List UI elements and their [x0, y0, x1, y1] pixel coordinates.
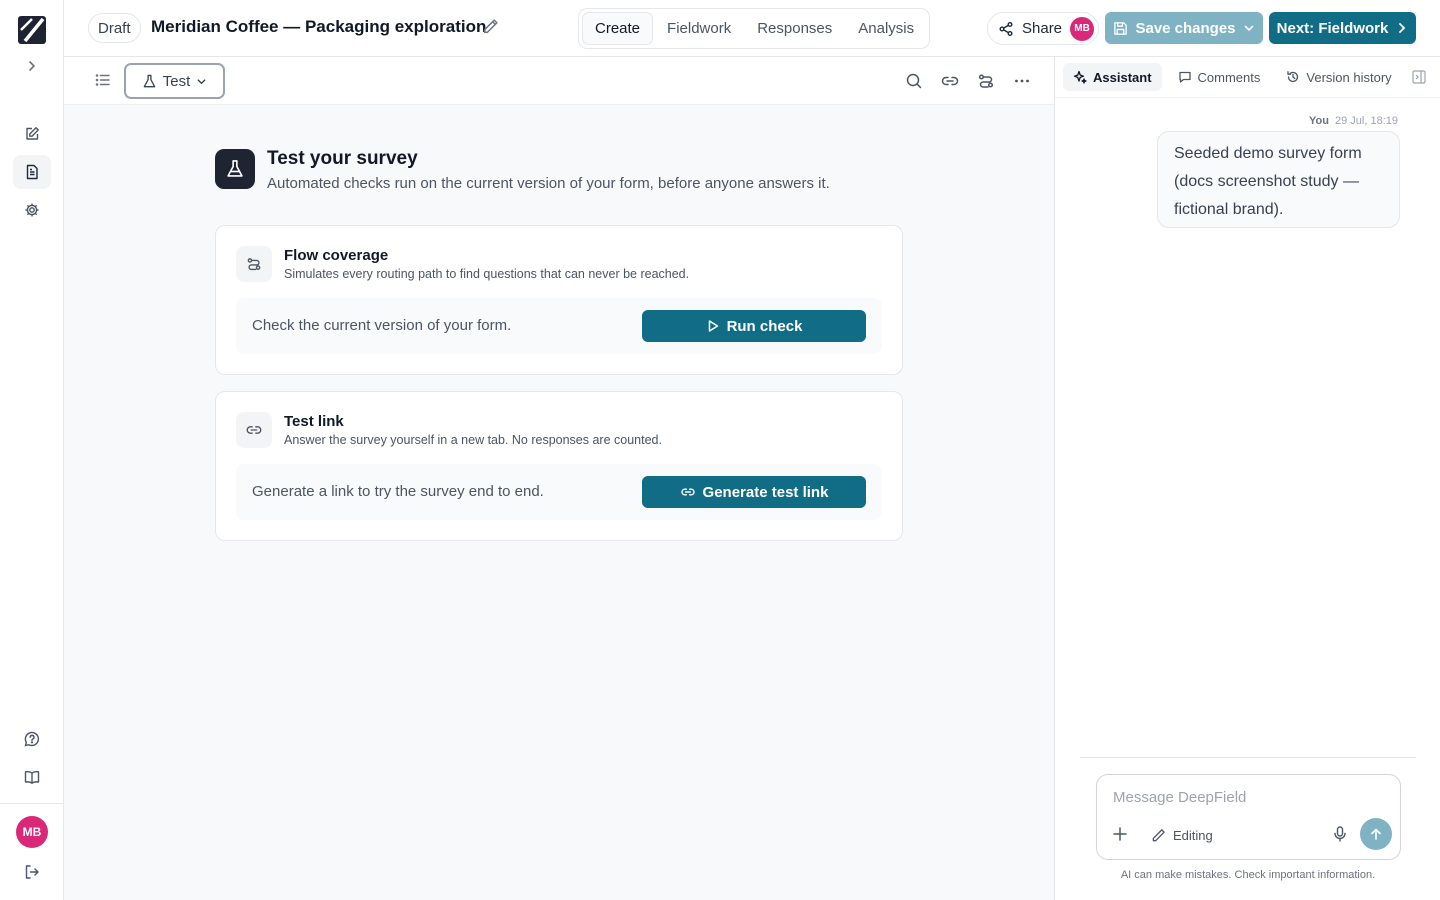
mode-select[interactable]: Test: [124, 63, 225, 99]
edit-title-pencil-icon[interactable]: [482, 18, 499, 35]
assistant-panel: Assistant Comments Version history You 29…: [1054, 57, 1440, 900]
history-icon: [1286, 70, 1300, 84]
message-author: You: [1309, 115, 1329, 127]
run-check-button[interactable]: Run check: [642, 310, 866, 342]
panel-tabs: Assistant Comments Version history: [1063, 63, 1402, 91]
chevron-right-icon: [1396, 22, 1408, 34]
rail-help-icon[interactable]: [13, 722, 51, 756]
flask-icon: [215, 149, 255, 189]
card-prompt: Check the current version of your form.: [252, 317, 512, 334]
rail-docs-book-icon[interactable]: [13, 760, 51, 794]
card-title: Test link: [284, 413, 344, 430]
user-avatar[interactable]: MB: [16, 816, 48, 848]
tab-assistant[interactable]: Assistant: [1063, 63, 1162, 91]
tab-responses[interactable]: Responses: [745, 12, 844, 45]
share-icon: [998, 21, 1014, 37]
tab-analysis[interactable]: Analysis: [846, 12, 926, 45]
generate-test-link-button[interactable]: Generate test link: [642, 476, 866, 508]
more-options-icon[interactable]: [1012, 71, 1032, 91]
chevron-down-icon: [196, 76, 207, 87]
ai-disclaimer: AI can make mistakes. Check important in…: [1120, 869, 1376, 881]
test-link-card: Test link Answer the survey yourself in …: [215, 391, 903, 541]
send-arrow-up-icon[interactable]: [1360, 818, 1392, 850]
card-title: Flow coverage: [284, 247, 389, 264]
composer-divider: [1080, 757, 1416, 758]
save-label: Save changes: [1135, 19, 1236, 37]
status-badge: Draft: [88, 13, 141, 43]
comment-icon: [1178, 70, 1192, 84]
sparkle-icon: [1073, 70, 1087, 84]
outline-list-icon[interactable]: [94, 71, 112, 89]
route-icon: [236, 246, 272, 282]
run-check-label: Run check: [726, 317, 803, 335]
generate-test-link-label: Generate test link: [702, 483, 829, 501]
next-fieldwork-button[interactable]: Next: Fieldwork: [1269, 12, 1416, 44]
rail-settings-gear-icon[interactable]: [13, 193, 51, 227]
page-subtitle: Automated checks run on the current vers…: [267, 175, 830, 192]
routing-flow-icon[interactable]: [976, 71, 996, 91]
card-description: Answer the survey yourself in a new tab.…: [284, 433, 662, 447]
tab-version-history[interactable]: Version history: [1276, 63, 1401, 91]
tab-comments[interactable]: Comments: [1168, 63, 1271, 91]
top-bar: Draft Meridian Coffee — Packaging explor…: [64, 0, 1440, 57]
collaborator-avatar: MB: [1070, 16, 1095, 41]
card-action-row: Check the current version of your form. …: [236, 298, 882, 354]
message-meta: You 29 Jul, 18:19: [1309, 115, 1398, 127]
app-logo-icon[interactable]: [18, 16, 46, 44]
card-action-row: Generate a link to try the survey end to…: [236, 464, 882, 520]
message-input[interactable]: [1113, 789, 1383, 806]
tab-comments-label: Comments: [1197, 69, 1261, 85]
message-composer: Editing: [1096, 774, 1401, 860]
rail-edit-icon[interactable]: [13, 117, 51, 151]
save-changes-button[interactable]: Save changes: [1105, 12, 1263, 44]
flow-coverage-card: Flow coverage Simulates every routing pa…: [215, 225, 903, 375]
survey-title: Meridian Coffee — Packaging exploration: [151, 17, 487, 36]
phase-tabs: Create Fieldwork Responses Analysis: [578, 8, 931, 49]
chevron-down-icon[interactable]: [1243, 22, 1255, 34]
copy-link-icon[interactable]: [940, 71, 960, 91]
expand-rail-chevron-icon[interactable]: [22, 56, 42, 76]
search-icon[interactable]: [904, 71, 924, 91]
card-description: Simulates every routing path to find que…: [284, 267, 690, 281]
share-button[interactable]: Share MB: [987, 12, 1100, 45]
link-icon: [236, 412, 272, 448]
user-message-bubble: Seeded demo survey form (docs screenshot…: [1157, 131, 1400, 228]
test-view: Test your survey Automated checks run on…: [64, 105, 1054, 900]
page-title: Test your survey: [267, 148, 418, 169]
editing-mode-label: Editing: [1173, 827, 1213, 843]
play-icon: [706, 319, 720, 333]
flask-icon: [142, 74, 157, 89]
rail-divider: [0, 803, 63, 804]
editor-toolbar: Test: [64, 57, 1054, 105]
save-floppy-icon: [1113, 21, 1128, 36]
pencil-icon: [1151, 828, 1166, 843]
tab-fieldwork[interactable]: Fieldwork: [655, 12, 743, 45]
link-icon: [680, 484, 696, 500]
editing-mode-toggle[interactable]: Editing: [1151, 824, 1213, 846]
panel-divider: [1055, 97, 1440, 98]
logout-icon[interactable]: [13, 855, 51, 889]
tab-create[interactable]: Create: [582, 12, 654, 45]
next-label: Next: Fieldwork: [1276, 19, 1389, 37]
card-prompt: Generate a link to try the survey end to…: [252, 483, 544, 500]
tab-version-history-label: Version history: [1306, 69, 1392, 85]
tab-assistant-label: Assistant: [1093, 69, 1152, 85]
rail-document-icon[interactable]: [13, 155, 51, 189]
share-label: Share: [1022, 20, 1063, 37]
add-attachment-plus-icon[interactable]: [1111, 825, 1129, 843]
collapse-panel-icon[interactable]: [1412, 70, 1426, 84]
left-rail: MB: [0, 0, 64, 900]
toolbar-actions: [904, 71, 1032, 91]
message-time: 29 Jul, 18:19: [1335, 115, 1398, 127]
microphone-icon[interactable]: [1331, 825, 1349, 843]
mode-label: Test: [162, 72, 191, 90]
